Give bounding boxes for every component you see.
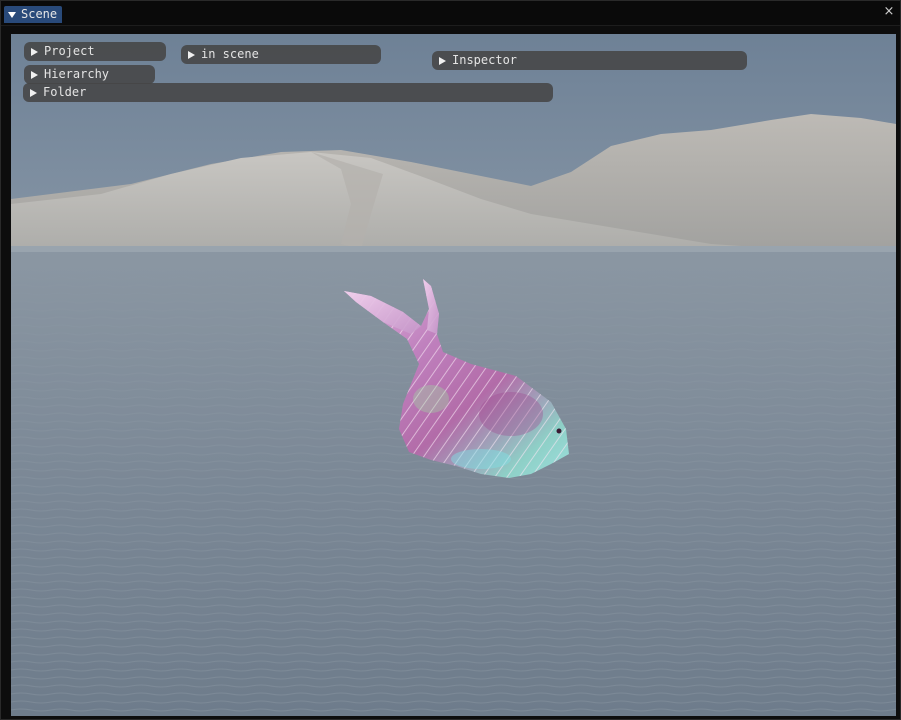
inspector-panel-title: Inspector [452,53,518,67]
expand-triangle-icon [31,70,38,79]
expand-triangle-icon [439,56,446,65]
in-scene-panel-title: in scene [201,47,259,61]
inspector-panel-header[interactable]: Inspector [432,51,747,70]
hierarchy-panel-title: Hierarchy [44,67,110,81]
expand-triangle-icon [30,88,37,97]
scene-viewport[interactable] [11,34,896,716]
project-panel-header[interactable]: Project [24,42,166,61]
collapse-arrow-icon[interactable] [8,11,16,18]
folder-panel-header[interactable]: Folder [23,83,553,102]
expand-triangle-icon [188,50,195,59]
in-scene-panel-header[interactable]: in scene [181,45,381,64]
tab-scene[interactable]: Scene [4,6,63,23]
close-icon[interactable]: × [882,5,896,19]
title-bar: Scene × [1,1,900,26]
scene-window: Scene × Project in scene Inspector Hiera… [0,0,901,720]
tab-label: Scene [21,7,58,21]
folder-panel-title: Folder [43,85,87,99]
hierarchy-panel-header[interactable]: Hierarchy [24,65,155,84]
expand-triangle-icon [31,47,38,56]
project-panel-title: Project [44,44,95,58]
scene-render [11,34,896,716]
